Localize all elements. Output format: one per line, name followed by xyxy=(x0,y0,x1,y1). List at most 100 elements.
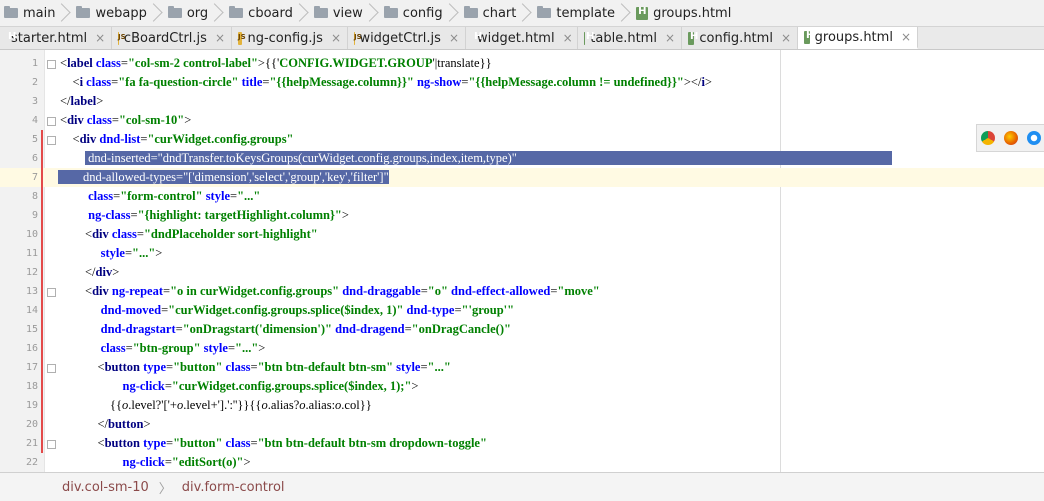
code-text[interactable]: </button> xyxy=(60,415,151,434)
breadcrumb-item[interactable]: template xyxy=(533,0,632,26)
code-line[interactable]: 19 {{o.level?'['+o.level+'].':''}}{{o.al… xyxy=(0,396,1044,415)
close-icon[interactable]: × xyxy=(215,31,225,45)
code-line[interactable]: 13 <div ng-repeat="o in curWidget.config… xyxy=(0,282,1044,301)
code-line[interactable]: 8 class="form-control" style="..." xyxy=(0,187,1044,206)
code-text[interactable]: <label class="col-sm-2 control-label">{{… xyxy=(60,54,492,73)
tab-config-html[interactable]: config.html × xyxy=(682,27,798,49)
close-icon[interactable]: × xyxy=(665,31,675,45)
code-line[interactable]: 17 <button type="button" class="btn btn-… xyxy=(0,358,1044,377)
close-icon[interactable]: × xyxy=(901,30,911,44)
chrome-icon[interactable] xyxy=(981,131,995,145)
breadcrumb-item[interactable]: chart xyxy=(460,0,534,26)
fold-toggle-icon[interactable] xyxy=(47,440,56,449)
code-line[interactable]: 15 dnd-dragstart="onDragstart('dimension… xyxy=(0,320,1044,339)
folder-icon xyxy=(76,8,90,18)
code-line[interactable]: 10 <div class="dndPlaceholder sort-highl… xyxy=(0,225,1044,244)
code-text[interactable]: dnd-dragstart="onDragstart('dimension')"… xyxy=(60,320,511,339)
code-text[interactable]: dnd-inserted="dndTransfer.toKeysGroups(c… xyxy=(60,149,892,168)
code-text[interactable]: <button type="button" class="btn btn-def… xyxy=(60,434,487,453)
code-text[interactable]: <div class="dndPlaceholder sort-highligh… xyxy=(60,225,318,244)
tab-table-html[interactable]: table.html× xyxy=(578,27,682,49)
code-text[interactable]: dnd-moved="curWidget.config.groups.splic… xyxy=(60,301,514,320)
breadcrumb-item[interactable]: config xyxy=(380,0,460,26)
code-line[interactable]: 2 <i class="fa fa-question-circle" title… xyxy=(0,73,1044,92)
tab-groups-html[interactable]: groups.html× xyxy=(798,27,918,49)
tab-starter-html[interactable]: starter.html× xyxy=(0,27,112,49)
tab-widget-html[interactable]: widget.html× xyxy=(466,27,578,49)
close-icon[interactable]: × xyxy=(95,31,105,45)
code-line[interactable]: 18 ng-click="curWidget.config.groups.spl… xyxy=(0,377,1044,396)
code-line[interactable]: 5 <div dnd-list="curWidget.config.groups… xyxy=(0,130,1044,149)
code-line[interactable]: 11 style="..."> xyxy=(0,244,1044,263)
code-text[interactable]: {{o.level?'['+o.level+'].':''}}{{o.alias… xyxy=(60,396,372,415)
line-number: 14 xyxy=(0,301,38,320)
fold-toggle-icon[interactable] xyxy=(47,288,56,297)
breadcrumb-item[interactable]: view xyxy=(310,0,380,26)
code-text[interactable]: dnd-allowed-types="['dimension','select'… xyxy=(58,168,389,187)
breadcrumb-item[interactable]: groups.html xyxy=(632,0,735,26)
code-editor[interactable]: 1 <label class="col-sm-2 control-label">{… xyxy=(0,50,1044,472)
breadcrumb-label: main xyxy=(23,6,55,21)
path-crumb-form-control[interactable]: div.form-control xyxy=(172,480,285,495)
fold-toggle-icon[interactable] xyxy=(47,60,56,69)
code-text[interactable]: <div dnd-list="curWidget.config.groups" xyxy=(60,130,294,149)
fold-toggle-icon[interactable] xyxy=(47,136,56,145)
code-text[interactable]: </label> xyxy=(60,92,103,111)
tab-label: ng-config.js xyxy=(247,31,322,46)
code-text[interactable]: ng-class="{highlight: targetHighlight.co… xyxy=(60,206,349,225)
line-number: 13 xyxy=(0,282,38,301)
chevron-right-icon xyxy=(446,0,456,26)
code-line[interactable]: 22 ng-click="editSort(o)"> xyxy=(0,453,1044,472)
code-text[interactable]: ng-click="curWidget.config.groups.splice… xyxy=(60,377,418,396)
code-line[interactable]: 9 ng-class="{highlight: targetHighlight.… xyxy=(0,206,1044,225)
close-icon[interactable]: × xyxy=(563,31,573,45)
code-text[interactable]: </div> xyxy=(60,263,119,282)
code-text[interactable]: <button type="button" class="btn btn-def… xyxy=(60,358,451,377)
code-text[interactable]: class="btn-group" style="..."> xyxy=(60,339,265,358)
tab-ng-config-js[interactable]: ng-config.js × xyxy=(232,27,348,49)
close-icon[interactable]: × xyxy=(331,31,341,45)
chevron-right-icon xyxy=(150,0,160,26)
code-line[interactable]: 7 dnd-allowed-types="['dimension','selec… xyxy=(0,168,1044,187)
folder-icon xyxy=(4,8,18,18)
breadcrumb-label: config xyxy=(403,6,443,21)
line-number: 10 xyxy=(0,225,38,244)
firefox-icon[interactable] xyxy=(1004,131,1018,145)
line-number: 18 xyxy=(0,377,38,396)
code-line[interactable]: 1 <label class="col-sm-2 control-label">{… xyxy=(0,54,1044,73)
path-crumb-col-sm-10[interactable]: div.col-sm-10 xyxy=(0,480,149,495)
chevron-right-icon xyxy=(296,0,306,26)
fold-toggle-icon[interactable] xyxy=(47,117,56,126)
breadcrumb-item[interactable]: webapp xyxy=(72,0,163,26)
safari-icon[interactable] xyxy=(1027,131,1041,145)
code-text[interactable]: class="form-control" style="..." xyxy=(60,187,260,206)
code-text[interactable]: ng-click="editSort(o)"> xyxy=(60,453,251,472)
code-text[interactable]: <div class="col-sm-10"> xyxy=(60,111,191,130)
code-line[interactable]: 20 </button> xyxy=(0,415,1044,434)
close-icon[interactable]: × xyxy=(781,31,791,45)
breadcrumb-label: webapp xyxy=(95,6,146,21)
breadcrumb-item[interactable]: main xyxy=(0,0,72,26)
tab-widgetCtrl-js[interactable]: widgetCtrl.js× xyxy=(348,27,466,49)
tab-cBoardCtrl-js[interactable]: cBoardCtrl.js× xyxy=(112,27,232,49)
fold-toggle-icon[interactable] xyxy=(47,364,56,373)
line-number: 4 xyxy=(0,111,38,130)
tab-label: config.html xyxy=(699,31,773,46)
code-text[interactable]: <div ng-repeat="o in curWidget.config.gr… xyxy=(60,282,600,301)
chevron-right-icon xyxy=(618,0,628,26)
close-icon[interactable]: × xyxy=(449,31,459,45)
code-line[interactable]: 16 class="btn-group" style="..."> xyxy=(0,339,1044,358)
code-line[interactable]: 3</label> xyxy=(0,92,1044,111)
code-line[interactable]: 4 <div class="col-sm-10"> xyxy=(0,111,1044,130)
code-line[interactable]: 12 </div> xyxy=(0,263,1044,282)
code-line[interactable]: 14 dnd-moved="curWidget.config.groups.sp… xyxy=(0,301,1044,320)
code-text[interactable]: <i class="fa fa-question-circle" title="… xyxy=(60,73,712,92)
breadcrumb-item[interactable]: cboard xyxy=(225,0,310,26)
code-line[interactable]: 6 dnd-inserted="dndTransfer.toKeysGroups… xyxy=(0,149,1044,168)
path-separator: 〉 xyxy=(159,478,172,497)
line-number: 1 xyxy=(0,54,38,73)
breadcrumb-item[interactable]: org xyxy=(164,0,225,26)
html-file-icon xyxy=(688,32,694,45)
code-text[interactable]: style="..."> xyxy=(60,244,162,263)
code-line[interactable]: 21 <button type="button" class="btn btn-… xyxy=(0,434,1044,453)
